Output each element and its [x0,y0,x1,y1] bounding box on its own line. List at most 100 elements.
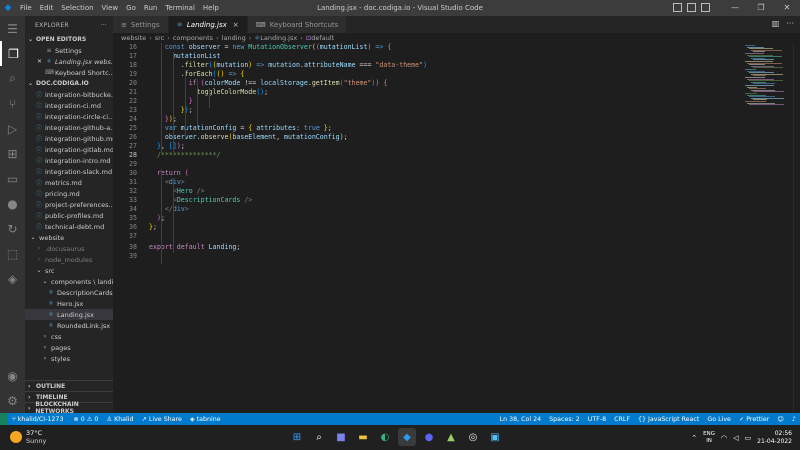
open-editor-item[interactable]: ⌨ Keyboard Shortc... [25,67,113,78]
open-editors-section[interactable]: ⌄ OPEN EDITORS [25,34,113,45]
code-line[interactable]: 18 .filter((mutation) => mutation.attrib… [113,61,743,70]
github-icon[interactable]: ● [0,191,25,216]
discord-icon[interactable]: ● [420,428,438,446]
code-line[interactable]: 26 observer.observe(baseElement, mutatio… [113,133,743,142]
file-item[interactable]: ⓘ integration-github-a... [25,122,113,133]
ethereum-icon[interactable]: ◈ [0,266,25,291]
wifi-icon[interactable]: ◠ [721,434,727,442]
close-icon[interactable]: ✕ [37,58,42,65]
breadcrumb-item[interactable]: components [173,34,213,42]
toggle-sidebar-icon[interactable] [673,3,682,12]
code-line[interactable]: 22 } [113,97,743,106]
code-line[interactable]: 23 }); [113,106,743,115]
status-right-item[interactable]: Ln 38, Col 24 [496,416,546,423]
folder-item[interactable]: › styles [25,353,113,364]
code-line[interactable]: 29 [113,160,743,169]
code-line[interactable]: 37 [113,232,743,241]
remote-explorer-icon[interactable]: ▭ [0,166,25,191]
editor-scrollbar[interactable] [793,43,800,413]
file-item[interactable]: ⚛ RoundedLink.jsx [25,320,113,331]
accounts-feedback-icon[interactable]: ☺ [773,416,788,423]
file-item[interactable]: ⓘ metrics.md [25,177,113,188]
more-actions-icon[interactable]: ··· [100,22,107,29]
folder-item[interactable]: › .docusaurus [25,243,113,254]
accounts-icon[interactable]: ◉ [0,363,25,388]
source-control-icon[interactable]: ⑂ [0,91,25,116]
breadcrumb-item[interactable]: Landing.jsx [260,34,297,42]
code-line[interactable]: 20 if (colorMode !== localStorage.getIte… [113,79,743,88]
file-item[interactable]: ⓘ integration-ci.md [25,100,113,111]
status-tabnine[interactable]: ◈ tabnine [186,413,225,425]
menu-item-file[interactable]: File [16,0,36,16]
folder-item[interactable]: ⌄ components \ landi... [25,276,113,287]
code-line[interactable]: 39 [113,252,743,261]
menu-item-edit[interactable]: Edit [36,0,58,16]
section-blockchain-networks[interactable]: › BLOCKCHAIN NETWORKS [25,401,113,413]
vscode-taskbar-icon[interactable]: ◆ [398,428,416,446]
menu-icon[interactable]: ☰ [0,16,25,41]
menu-item-go[interactable]: Go [122,0,140,16]
status-right-item[interactable]: {} JavaScript React [634,416,703,423]
breadcrumb-item[interactable]: default [311,34,334,42]
clock[interactable]: 02:56 21-04-2022 [757,430,792,446]
code-line[interactable]: 38 export default Landing; [113,243,743,252]
manage-gear-icon[interactable]: ⚙ [0,388,25,413]
code-line[interactable]: 33 <DescriptionCards /> [113,196,743,205]
section-outline[interactable]: › OUTLINE [25,380,113,391]
workspace-folder-section[interactable]: ⌄ DOC.CODIGA.IO [25,78,113,89]
tab-keyboard-shortcuts[interactable]: ⌨ Keyboard Shortcuts [247,16,348,33]
restore-icon[interactable]: ❐ [748,0,774,16]
code-line[interactable]: 16 const observer = new MutationObserver… [113,43,743,52]
file-item[interactable]: ⓘ integration-bitbucke... [25,89,113,100]
minimize-icon[interactable]: — [722,0,748,16]
battery-icon[interactable]: ▭ [745,434,752,442]
status-sync[interactable]: ⊗ 0 ⚠ 0 [67,413,102,425]
close-window-icon[interactable]: ✕ [774,0,800,16]
code-line[interactable]: 24 }); [113,115,743,124]
windows-start-icon[interactable]: ⊞ [288,428,306,446]
code-line[interactable]: 21 toggleColorMode(); [113,88,743,97]
search-icon[interactable]: ⌕ [0,66,25,91]
tab-settings[interactable]: ≡ Settings [113,16,169,33]
close-icon[interactable]: × [233,21,239,29]
weather-widget[interactable]: 37°C Sunny [10,429,46,445]
status-right-item[interactable]: ✓ Prettier [735,416,773,423]
file-item[interactable]: ⓘ integration-github.md [25,133,113,144]
toggle-panel-icon[interactable] [687,3,696,12]
status-right-item[interactable]: Go Live [703,416,735,423]
file-explorer-icon[interactable]: ▬ [354,428,372,446]
explorer-icon[interactable]: ❐ [0,41,25,66]
customize-layout-icon[interactable] [701,3,710,12]
menu-item-selection[interactable]: Selection [57,0,97,16]
extensions-icon[interactable]: ⊞ [0,141,25,166]
search-icon[interactable]: ⌕ [310,428,328,446]
folder-item[interactable]: ⌄ website [25,232,113,243]
chevron-up-icon[interactable]: ⌃ [691,434,697,442]
breadcrumb-item[interactable]: landing [222,34,246,42]
docker-icon[interactable]: ⬚ [0,241,25,266]
remote-indicator-icon[interactable] [0,413,8,425]
notifications-bell-icon[interactable]: ♪ [788,416,800,423]
folder-item[interactable]: › css [25,331,113,342]
file-item[interactable]: ⚛ Hero.jsx [25,298,113,309]
android-studio-icon[interactable]: ▲ [442,428,460,446]
status-share[interactable]: ↗ Live Share [138,413,186,425]
folder-item[interactable]: › pages [25,342,113,353]
breadcrumb-item[interactable]: src [155,34,165,42]
code-line[interactable]: 27 }, []); [113,142,743,151]
folder-item[interactable]: › node_modules [25,254,113,265]
screen-recorder-icon[interactable]: ▣ [486,428,504,446]
file-item[interactable]: ⓘ pricing.md [25,188,113,199]
menu-item-view[interactable]: View [98,0,123,16]
chrome-icon[interactable]: ◎ [464,428,482,446]
file-item[interactable]: ⓘ project-preferences... [25,199,113,210]
file-item[interactable]: ⓘ integration-circle-ci... [25,111,113,122]
language-indicator[interactable]: ENG IN [703,431,715,445]
code-line[interactable]: 30 return ( [113,169,743,178]
run-debug-icon[interactable]: ▷ [0,116,25,141]
file-item[interactable]: ⚛DescriptionCards.... [25,287,113,298]
code-line[interactable]: 36}; [113,223,743,232]
menu-item-run[interactable]: Run [140,0,161,16]
code-line[interactable]: 32 <Hero /> [113,187,743,196]
file-item[interactable]: ⓘ integration-intro.md [25,155,113,166]
